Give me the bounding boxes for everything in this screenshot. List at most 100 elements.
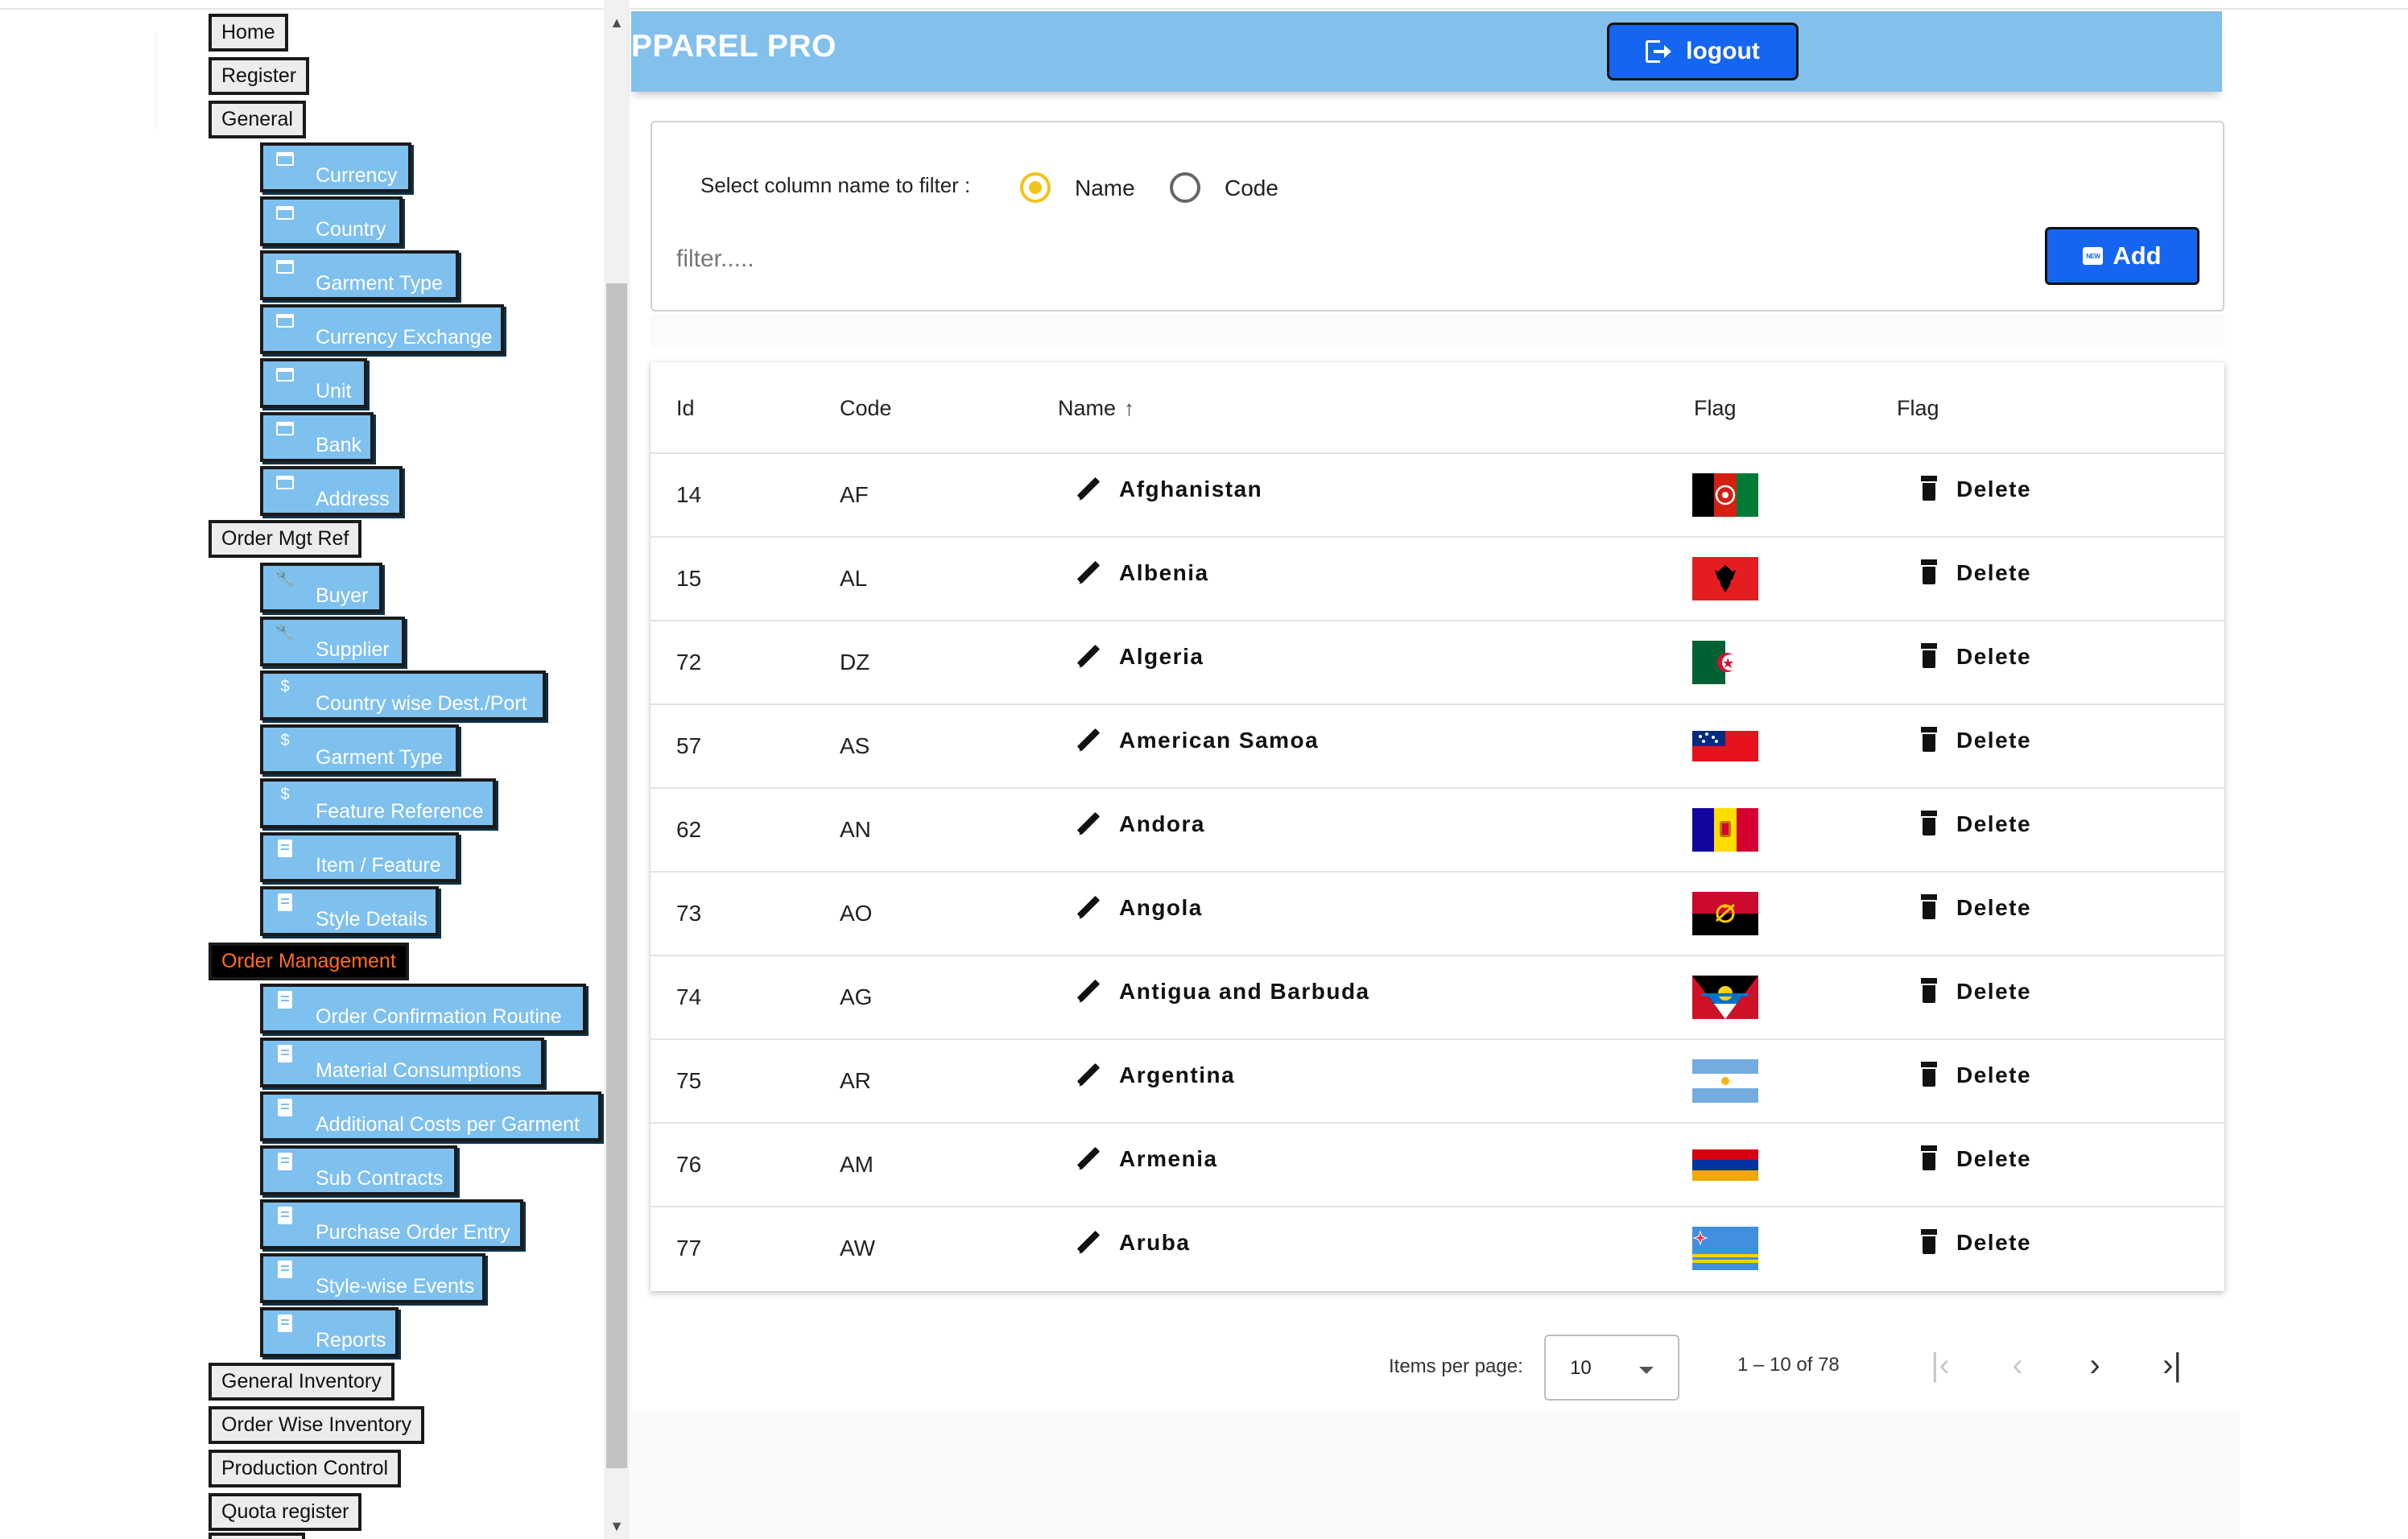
edit-name-button[interactable]: Antigua and Barbuda [1077, 979, 1370, 1005]
edit-name-button[interactable]: Afghanistan [1077, 477, 1262, 502]
sidebar-subitem-label: Address [316, 488, 390, 510]
radio-name[interactable] [1020, 172, 1051, 203]
cell-id: 15 [676, 566, 702, 591]
sidebar-subitem-supplier[interactable]: 🔧 Supplier [260, 617, 405, 666]
sidebar-item-order-mgt-ref[interactable]: Order Mgt Ref [209, 520, 362, 558]
radio-code-label[interactable]: Code [1225, 175, 1278, 201]
logout-button[interactable]: logout [1607, 23, 1799, 80]
add-button[interactable]: NEW Add [2045, 227, 2199, 285]
radio-code[interactable] [1170, 172, 1200, 203]
previous-page-icon[interactable]: ‹ [1993, 1341, 2042, 1389]
sidebar-subitem-item-feature[interactable]: Item / Feature [260, 832, 459, 882]
sidebar-item-general-inventory[interactable]: General Inventory [209, 1363, 394, 1401]
delete-label: Delete [1956, 1146, 2032, 1171]
delete-button[interactable]: Delete [1921, 1146, 2031, 1172]
cell-name: Afghanistan [1119, 477, 1263, 501]
edit-name-button[interactable]: Algeria [1077, 644, 1204, 670]
edit-name-button[interactable]: Albenia [1077, 560, 1209, 586]
sidebar-subitem-style-wise-events[interactable]: Style-wise Events [260, 1253, 485, 1303]
trash-icon [1921, 1148, 1937, 1170]
radio-name-label[interactable]: Name [1075, 175, 1135, 201]
delete-button[interactable]: Delete [1921, 1230, 2031, 1256]
sidebar-subitem-feature-reference[interactable]: $ Feature Reference [260, 778, 496, 828]
sidebar-subitem-reports[interactable]: Reports [260, 1307, 399, 1357]
sidebar-subitem-currency-exchange[interactable]: Currency Exchange [260, 304, 504, 354]
sidebar-subitem-unit[interactable]: Unit [260, 358, 367, 408]
sidebar-item-order-management[interactable]: Order Management [209, 943, 409, 980]
sidebar-subitem-material-consumptions[interactable]: Material Consumptions [260, 1038, 544, 1087]
column-header-code[interactable]: Code [840, 396, 892, 421]
pencil-icon [1077, 1147, 1101, 1171]
sidebar-subitem-purchase-order-entry[interactable]: Purchase Order Entry [260, 1199, 523, 1249]
sidebar-item-register[interactable]: Register [209, 57, 310, 95]
folder-icon [275, 202, 295, 223]
column-header-flag-action[interactable]: Flag [1897, 396, 1939, 421]
cell-id: 57 [676, 733, 702, 758]
table-header: Id Code Name ↑ Flag Flag [651, 362, 2224, 454]
sidebar-item-quota-register[interactable]: Quota register [209, 1493, 362, 1531]
next-page-icon[interactable]: › [2071, 1341, 2119, 1389]
delete-button[interactable]: Delete [1921, 979, 2031, 1005]
pencil-icon [1077, 1063, 1101, 1087]
edit-name-button[interactable]: Angola [1077, 895, 1203, 921]
trash-icon [1921, 1232, 1937, 1254]
page-size-select[interactable]: 10 [1544, 1335, 1679, 1401]
cell-code: AL [840, 566, 868, 591]
edit-name-button[interactable]: Armenia [1077, 1146, 1218, 1172]
sidebar-subitem-label: Item / Feature [316, 854, 441, 877]
sidebar-subitem-sub-contracts[interactable]: Sub Contracts [260, 1145, 457, 1195]
sidebar-subitem-label: Supplier [316, 638, 390, 661]
sidebar-subitem-garment-type[interactable]: Garment Type [260, 250, 459, 300]
sidebar-item-production-control[interactable]: Production Control [209, 1450, 402, 1487]
sidebar-subitem-style-details[interactable]: Style Details [260, 886, 439, 936]
sidebar-subitem-country[interactable]: Country [260, 196, 403, 246]
sidebar-item-home[interactable]: Home [209, 14, 288, 52]
sidebar-subitem-label: Additional Costs per Garment [316, 1113, 580, 1136]
sidebar-subitem-country-wise-dest-port[interactable]: $ Country wise Dest./Port [260, 670, 546, 720]
sidebar-nav: Home Register General Currency Country G… [0, 0, 608, 1539]
dollar-icon: $ [280, 786, 290, 803]
trash-icon [1921, 980, 1937, 1003]
table-row: 73 AO Angola Delete [651, 873, 2224, 956]
cell-name: Argentina [1119, 1062, 1236, 1087]
edit-name-button[interactable]: Aruba [1077, 1230, 1190, 1256]
sidebar-subitem-order-confirmation-routine[interactable]: Order Confirmation Routine [260, 984, 586, 1034]
sidebar-subitem-address[interactable]: Address [260, 466, 403, 516]
column-header-flag[interactable]: Flag [1694, 396, 1737, 421]
delete-button[interactable]: Delete [1921, 477, 2031, 502]
sidebar-item-partial[interactable] [209, 1533, 305, 1539]
scroll-up-arrow-icon[interactable]: ▲ [609, 14, 625, 31]
delete-button[interactable]: Delete [1921, 728, 2031, 753]
sidebar-item-general[interactable]: General [209, 101, 306, 138]
scroll-down-arrow-icon[interactable]: ▼ [609, 1518, 625, 1534]
delete-button[interactable]: Delete [1921, 560, 2031, 586]
column-header-name[interactable]: Name ↑ [1058, 396, 1134, 421]
delete-button[interactable]: Delete [1921, 644, 2031, 670]
sidebar-subitem-buyer[interactable]: 🔧 Buyer [260, 563, 382, 613]
app-header: PPAREL PRO logout [631, 11, 2222, 92]
wrench-icon: 🔧 [275, 570, 295, 588]
first-page-icon[interactable]: |‹ [1916, 1341, 1964, 1389]
sidebar-subitem-label: Garment Type [316, 746, 443, 769]
sidebar-subitem-currency[interactable]: Currency [260, 142, 411, 192]
edit-name-button[interactable]: American Samoa [1077, 728, 1319, 753]
edit-name-button[interactable]: Andora [1077, 811, 1205, 837]
sidebar-subitem-label: Unit [316, 380, 352, 402]
delete-button[interactable]: Delete [1921, 895, 2031, 921]
sidebar-subitem-garment-type-ref[interactable]: $ Garment Type [260, 724, 459, 774]
filter-input[interactable] [676, 239, 1884, 279]
sidebar-subitem-bank[interactable]: Bank [260, 412, 374, 462]
delete-button[interactable]: Delete [1921, 1062, 2031, 1088]
sidebar-subitem-additional-costs[interactable]: Additional Costs per Garment [260, 1091, 601, 1141]
last-page-icon[interactable]: ›| [2148, 1341, 2196, 1389]
edit-name-button[interactable]: Argentina [1077, 1062, 1235, 1088]
table-row: 74 AG Antigua and Barbuda Delete [651, 956, 2224, 1040]
sidebar-scrollbar-thumb[interactable] [606, 283, 627, 1468]
sidebar-subitem-label: Buyer [316, 584, 369, 607]
delete-button[interactable]: Delete [1921, 811, 2031, 837]
dollar-icon: $ [280, 732, 290, 749]
delete-label: Delete [1956, 560, 2032, 585]
flag-afghanistan [1692, 473, 1758, 517]
column-header-id[interactable]: Id [676, 396, 695, 421]
sidebar-item-order-wise-inventory[interactable]: Order Wise Inventory [209, 1406, 425, 1444]
